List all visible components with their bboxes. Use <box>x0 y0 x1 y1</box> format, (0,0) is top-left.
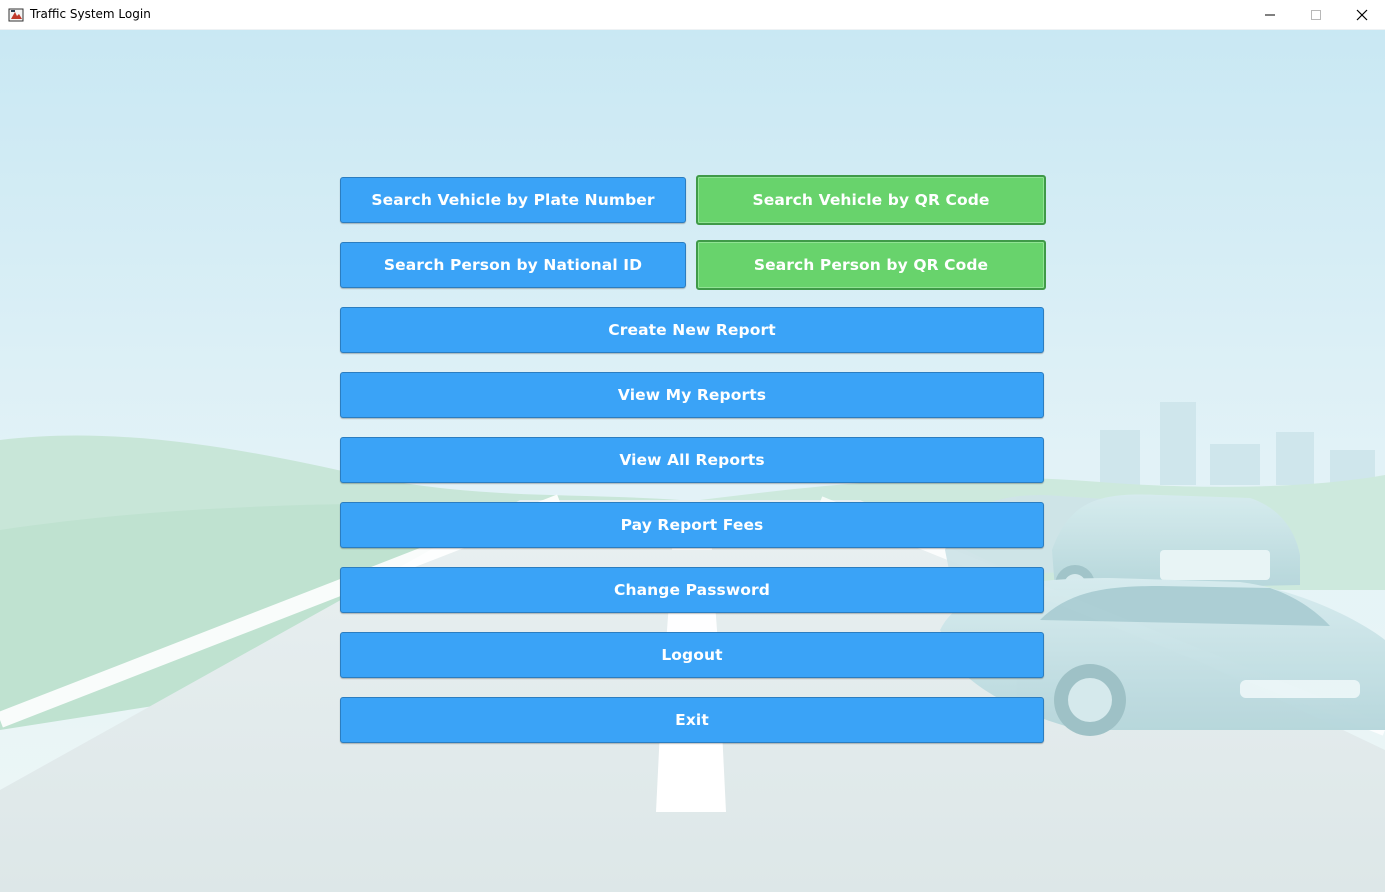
minimize-icon <box>1265 14 1275 16</box>
change-password-button[interactable]: Change Password <box>340 567 1044 613</box>
title-bar[interactable]: Traffic System Login <box>0 0 1385 30</box>
window-title: Traffic System Login <box>30 7 151 21</box>
create-new-report-button[interactable]: Create New Report <box>340 307 1044 353</box>
exit-button[interactable]: Exit <box>340 697 1044 743</box>
search-vehicle-by-qr-button[interactable]: Search Vehicle by QR Code <box>696 175 1046 225</box>
maximize-button[interactable] <box>1293 0 1339 30</box>
close-icon <box>1356 9 1368 21</box>
search-person-by-qr-button[interactable]: Search Person by QR Code <box>696 240 1046 290</box>
app-window: Traffic System Login Search Vehicle by P… <box>0 0 1385 892</box>
app-icon <box>8 8 24 22</box>
minimize-button[interactable] <box>1247 0 1293 30</box>
search-person-by-national-id-button[interactable]: Search Person by National ID <box>340 242 686 288</box>
view-my-reports-button[interactable]: View My Reports <box>340 372 1044 418</box>
logout-button[interactable]: Logout <box>340 632 1044 678</box>
main-panel: Search Vehicle by Plate Number Search Ve… <box>0 30 1385 892</box>
close-button[interactable] <box>1339 0 1385 30</box>
view-all-reports-button[interactable]: View All Reports <box>340 437 1044 483</box>
search-vehicle-by-plate-button[interactable]: Search Vehicle by Plate Number <box>340 177 686 223</box>
pay-report-fees-button[interactable]: Pay Report Fees <box>340 502 1044 548</box>
maximize-icon <box>1311 10 1321 20</box>
